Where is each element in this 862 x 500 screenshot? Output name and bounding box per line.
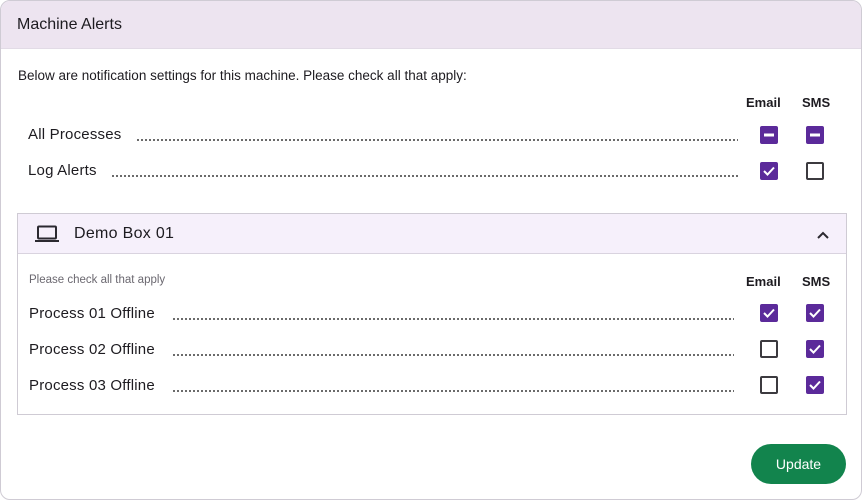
process-03-email-checkbox[interactable] — [760, 376, 778, 394]
process-02-sms-checkbox[interactable] — [806, 340, 824, 358]
dotted-leader — [136, 139, 738, 141]
dotted-leader — [172, 318, 734, 320]
update-button[interactable]: Update — [751, 444, 846, 484]
log-alerts-email-checkbox[interactable] — [760, 162, 778, 180]
intro-text: Below are notification settings for this… — [18, 68, 467, 83]
process-02-email-checkbox[interactable] — [760, 340, 778, 358]
all-processes-label: All Processes — [28, 126, 122, 143]
dotted-leader — [111, 175, 738, 177]
chevron-up-icon[interactable] — [816, 227, 830, 245]
dotted-leader — [172, 390, 734, 392]
sms-column-header: SMS — [802, 95, 831, 110]
panel-email-column-header: Email — [746, 274, 781, 289]
process-01-label: Process 01 Offline — [29, 305, 155, 322]
dotted-leader — [172, 354, 734, 356]
process-01-sms-checkbox[interactable] — [806, 304, 824, 322]
machine-panel: Demo Box 01 Please check all that apply … — [17, 213, 847, 415]
all-processes-sms-checkbox[interactable] — [806, 126, 824, 144]
laptop-icon — [35, 225, 59, 248]
process-03-label: Process 03 Offline — [29, 377, 155, 394]
all-processes-email-checkbox[interactable] — [760, 126, 778, 144]
dialog-title: Machine Alerts — [17, 16, 122, 33]
log-alerts-sms-checkbox[interactable] — [806, 162, 824, 180]
machine-panel-title: Demo Box 01 — [74, 225, 175, 242]
process-01-email-checkbox[interactable] — [760, 304, 778, 322]
process-03-sms-checkbox[interactable] — [806, 376, 824, 394]
log-alerts-label: Log Alerts — [28, 162, 97, 179]
panel-sms-column-header: SMS — [802, 274, 831, 289]
machine-panel-header[interactable]: Demo Box 01 — [18, 214, 846, 254]
machine-alerts-dialog: Machine Alerts Below are notification se… — [0, 0, 862, 500]
dialog-header: Machine Alerts — [1, 1, 861, 49]
email-column-header: Email — [746, 95, 781, 110]
process-02-label: Process 02 Offline — [29, 341, 155, 358]
panel-hint: Please check all that apply — [29, 274, 166, 286]
